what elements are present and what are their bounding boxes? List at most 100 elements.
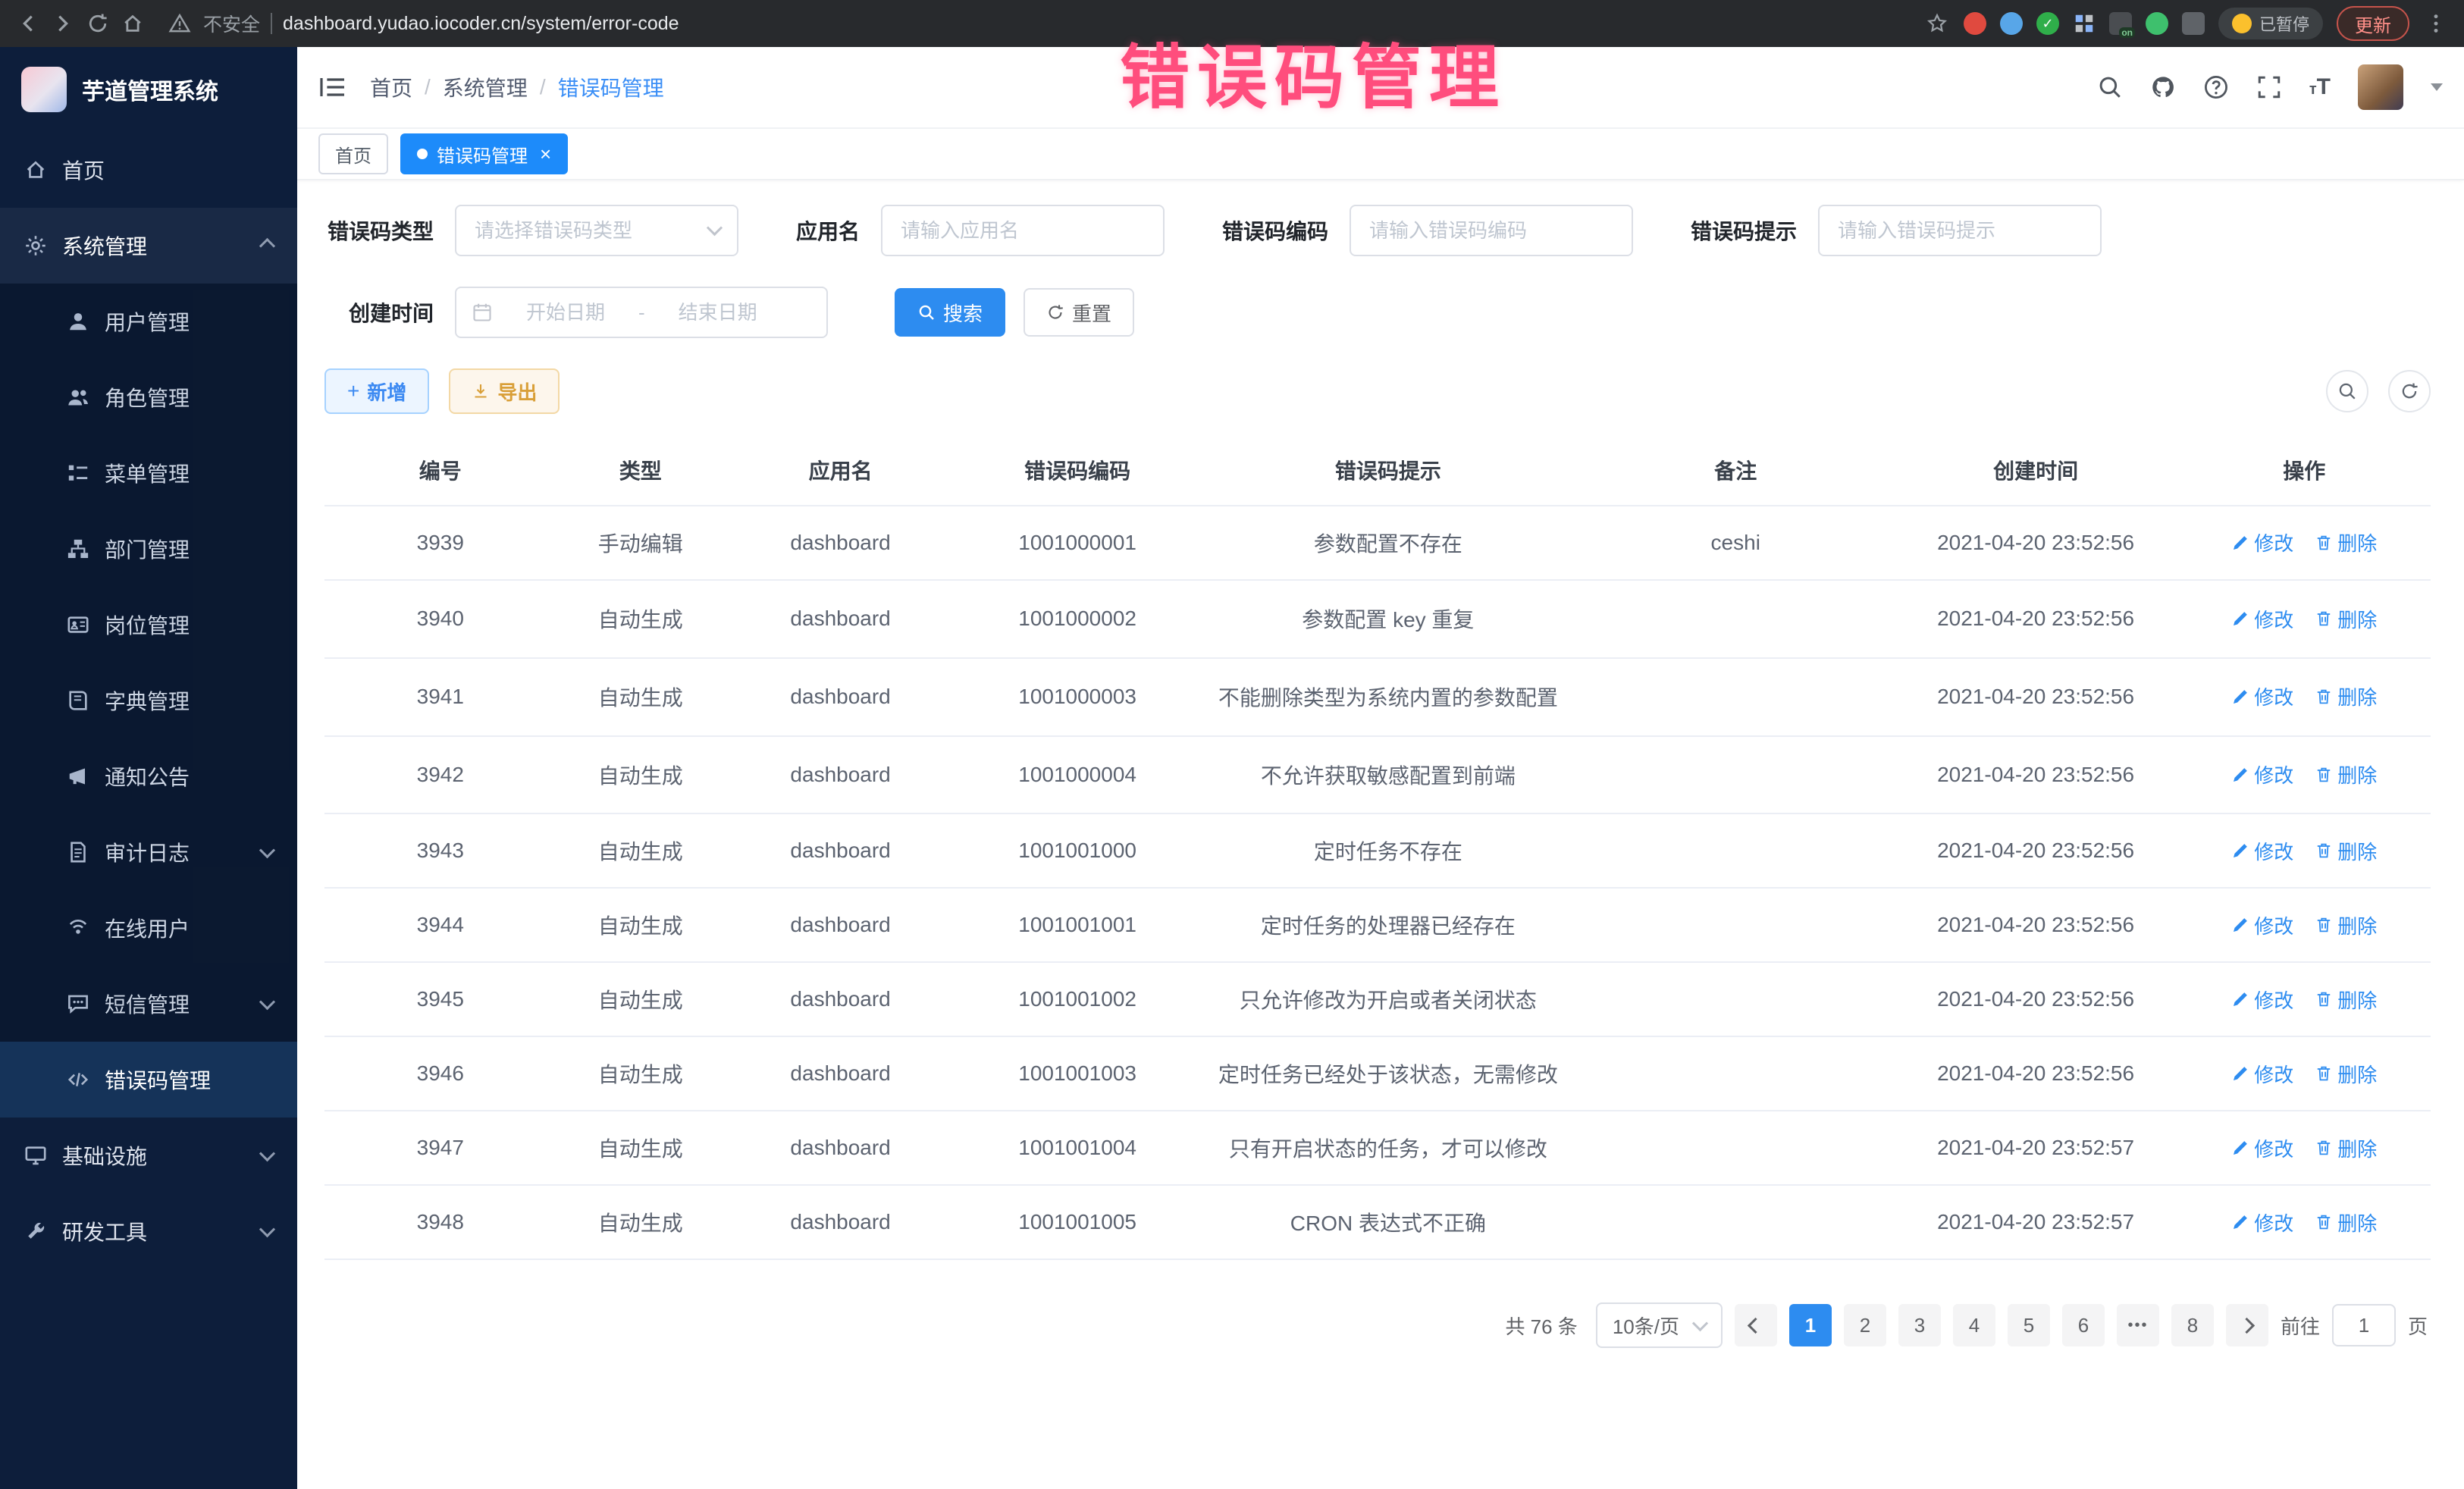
home-icon[interactable]: [120, 11, 146, 36]
forward-icon[interactable]: [50, 11, 76, 36]
cell-actions: 修改删除: [2178, 658, 2431, 736]
error-type-select[interactable]: [455, 205, 738, 256]
tab-error-code[interactable]: 错误码管理×: [400, 133, 568, 174]
end-date-input[interactable]: [657, 299, 779, 326]
edit-link[interactable]: 修改: [2231, 528, 2293, 556]
goto-page-input[interactable]: [2332, 1304, 2396, 1346]
extension-icon[interactable]: on: [2109, 12, 2132, 35]
tab-home[interactable]: 首页: [318, 133, 388, 174]
app-name-input[interactable]: [881, 205, 1165, 256]
sidebar-item-menu[interactable]: 菜单管理: [0, 435, 297, 511]
delete-link[interactable]: 删除: [2315, 986, 2377, 1014]
page-button-8[interactable]: 8: [2171, 1304, 2214, 1346]
cell-msg: 只有开启状态的任务，才可以修改: [1199, 1111, 1578, 1185]
error-code-input[interactable]: [1350, 205, 1633, 256]
page-button-3[interactable]: 3: [1898, 1304, 1941, 1346]
sidebar-item-infra[interactable]: 基础设施: [0, 1118, 297, 1193]
url-text[interactable]: dashboard.yudao.iocoder.cn/system/error-…: [283, 13, 679, 35]
page-size-select[interactable]: 10条/页: [1596, 1302, 1723, 1348]
col-header: 错误码编码: [956, 435, 1198, 506]
page-button-4[interactable]: 4: [1953, 1304, 1995, 1346]
breadcrumb-item[interactable]: 系统管理: [443, 72, 528, 102]
search-button[interactable]: 搜索: [895, 288, 1005, 337]
address-bar[interactable]: 不安全 dashboard.yudao.iocoder.cn/system/er…: [167, 10, 1915, 37]
close-icon[interactable]: ×: [540, 144, 551, 164]
back-icon[interactable]: [15, 11, 41, 36]
edit-link[interactable]: 修改: [2231, 1134, 2293, 1162]
update-button[interactable]: 更新: [2337, 6, 2409, 41]
search-icon[interactable]: [2097, 74, 2123, 100]
refresh-table-button[interactable]: [2388, 370, 2431, 412]
app-logo[interactable]: 芋道管理系统: [0, 47, 297, 132]
sidebar-item-online-user[interactable]: 在线用户: [0, 890, 297, 966]
page-button-2[interactable]: 2: [1844, 1304, 1886, 1346]
delete-link[interactable]: 删除: [2315, 682, 2377, 710]
delete-link[interactable]: 删除: [2315, 1208, 2377, 1237]
megaphone-icon: [67, 765, 89, 788]
trash-icon: [2315, 1064, 2333, 1083]
prev-page-button[interactable]: [1735, 1304, 1777, 1346]
delete-link[interactable]: 删除: [2315, 1060, 2377, 1088]
reload-icon[interactable]: [85, 11, 111, 36]
sidebar-item-role[interactable]: 角色管理: [0, 359, 297, 435]
sidebar-item-sms[interactable]: 短信管理: [0, 966, 297, 1042]
help-icon[interactable]: [2203, 74, 2229, 100]
delete-link[interactable]: 删除: [2315, 528, 2377, 556]
sidebar-item-post[interactable]: 岗位管理: [0, 587, 297, 663]
breadcrumb-item[interactable]: 首页: [370, 72, 412, 102]
extension-grid-icon[interactable]: [2073, 12, 2096, 35]
sidebar-item-dept[interactable]: 部门管理: [0, 511, 297, 587]
cell-code: 1001000003: [956, 658, 1198, 736]
extension-icon[interactable]: [2146, 12, 2168, 35]
create-time-range-picker[interactable]: -: [455, 287, 828, 338]
edit-link[interactable]: 修改: [2231, 837, 2293, 865]
cell-app: dashboard: [725, 1111, 957, 1185]
page-button-5[interactable]: 5: [2008, 1304, 2050, 1346]
sidebar-item-audit-log[interactable]: 审计日志: [0, 814, 297, 890]
extension-icon[interactable]: [1964, 12, 1986, 35]
sidebar-item-dict[interactable]: 字典管理: [0, 663, 297, 738]
delete-link[interactable]: 删除: [2315, 837, 2377, 865]
menu-kebab-icon[interactable]: [2423, 11, 2449, 36]
edit-link[interactable]: 修改: [2231, 760, 2293, 788]
delete-link[interactable]: 删除: [2315, 760, 2377, 788]
start-date-input[interactable]: [505, 299, 626, 326]
page-button-6[interactable]: 6: [2062, 1304, 2105, 1346]
sidebar-item-error-code[interactable]: 错误码管理: [0, 1042, 297, 1118]
edit-link[interactable]: 修改: [2231, 1060, 2293, 1088]
next-page-button[interactable]: [2226, 1304, 2268, 1346]
chevron-down-icon: [1692, 1315, 1708, 1331]
error-msg-input[interactable]: [1818, 205, 2102, 256]
export-button[interactable]: 导出: [449, 368, 560, 414]
reset-button[interactable]: 重置: [1024, 288, 1134, 337]
collapse-sidebar-icon[interactable]: [318, 74, 349, 101]
error-type-select-input[interactable]: [455, 205, 738, 256]
edit-link[interactable]: 修改: [2231, 911, 2293, 939]
bookmark-star-icon[interactable]: [1924, 11, 1950, 36]
delete-link[interactable]: 删除: [2315, 911, 2377, 939]
font-size-icon[interactable]: тT: [2309, 74, 2331, 100]
edit-link[interactable]: 修改: [2231, 605, 2293, 633]
extensions-puzzle-icon[interactable]: [2182, 12, 2205, 35]
page-button-1[interactable]: 1: [1789, 1304, 1832, 1346]
delete-link[interactable]: 删除: [2315, 605, 2377, 633]
sidebar-item-dev-tools[interactable]: 研发工具: [0, 1193, 297, 1269]
sidebar-item-system[interactable]: 系统管理: [0, 208, 297, 284]
add-button[interactable]: + 新增: [324, 368, 429, 414]
pagination-ellipsis[interactable]: •••: [2117, 1304, 2159, 1346]
user-avatar[interactable]: [2358, 64, 2403, 110]
delete-link[interactable]: 删除: [2315, 1134, 2377, 1162]
github-icon[interactable]: [2150, 74, 2176, 100]
extension-icon[interactable]: ✓: [2036, 12, 2059, 35]
chevron-down-icon[interactable]: [2431, 83, 2443, 91]
extension-icon[interactable]: [2000, 12, 2023, 35]
sidebar-item-notice[interactable]: 通知公告: [0, 738, 297, 814]
edit-link[interactable]: 修改: [2231, 682, 2293, 710]
fullscreen-icon[interactable]: [2256, 74, 2282, 100]
sidebar-item-user[interactable]: 用户管理: [0, 284, 297, 359]
paused-badge[interactable]: 已暂停: [2218, 8, 2323, 39]
edit-link[interactable]: 修改: [2231, 1208, 2293, 1237]
toggle-search-button[interactable]: [2326, 370, 2368, 412]
edit-link[interactable]: 修改: [2231, 986, 2293, 1014]
sidebar-item-home[interactable]: 首页: [0, 132, 297, 208]
